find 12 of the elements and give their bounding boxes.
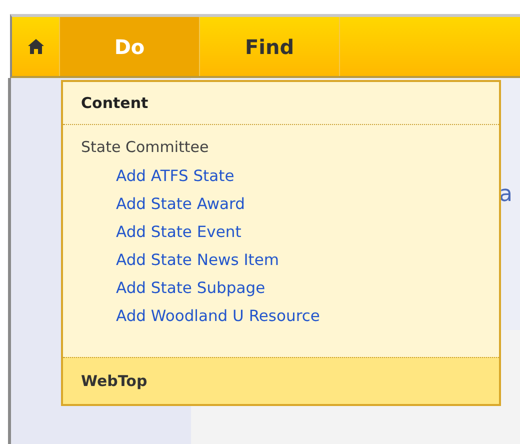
nav-tab[interactable]: Find: [200, 17, 340, 76]
menu-item[interactable]: Add ATFS State: [81, 162, 481, 190]
menu-item[interactable]: Add State News Item: [81, 246, 481, 274]
menu-item[interactable]: Add State Event: [81, 218, 481, 246]
background-text: a: [499, 182, 512, 207]
menu-group-label: State Committee: [81, 138, 210, 158]
menu-item[interactable]: Add Woodland U Resource: [81, 302, 481, 330]
menu-item[interactable]: Add State Subpage: [81, 274, 481, 302]
menu-header: Content: [63, 82, 499, 125]
menu-item[interactable]: Add State Award: [81, 190, 481, 218]
menu-footer-item[interactable]: WebTop: [63, 357, 499, 404]
home-icon: [28, 39, 44, 54]
